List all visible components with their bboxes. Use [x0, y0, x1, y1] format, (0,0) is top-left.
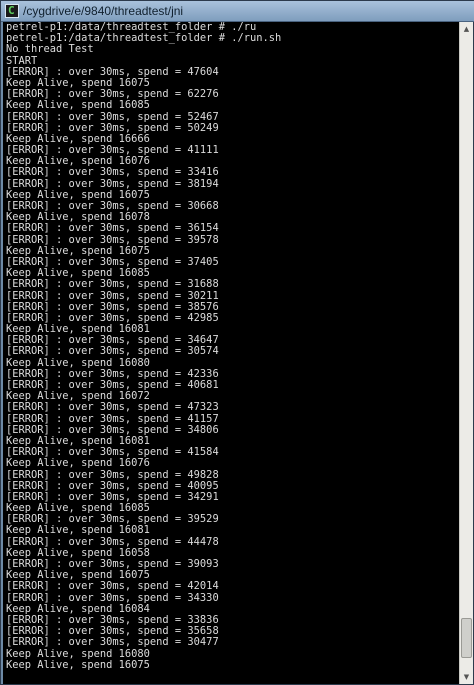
terminal-line: [ERROR] : over 30ms, spend = 52467 [6, 110, 219, 123]
terminal-window: C /cygdrive/e/9840/threadtest/jni petrel… [0, 0, 474, 685]
terminal-line: Keep Alive, spend 16081 [6, 524, 150, 537]
terminal-line: Keep Alive, spend 16076 [6, 457, 150, 470]
terminal-line: [ERROR] : over 30ms, spend = 31688 [6, 278, 219, 291]
terminal-icon[interactable]: C [5, 4, 19, 18]
terminal-line: [ERROR] : over 30ms, spend = 30574 [6, 345, 219, 358]
title-bar[interactable]: C /cygdrive/e/9840/threadtest/jni [1, 1, 474, 22]
terminal-line: [ERROR] : over 30ms, spend = 47323 [6, 401, 219, 414]
terminal-line: [ERROR] : over 30ms, spend = 49828 [6, 468, 219, 481]
terminal-line: [ERROR] : over 30ms, spend = 30211 [6, 289, 219, 302]
terminal-line: [ERROR] : over 30ms, spend = 30477 [6, 636, 219, 649]
terminal-line: [ERROR] : over 30ms, spend = 42014 [6, 580, 219, 593]
terminal-line: [ERROR] : over 30ms, spend = 36154 [6, 222, 219, 235]
terminal-line: [ERROR] : over 30ms, spend = 33416 [6, 166, 219, 179]
terminal-output[interactable]: petrel-p1:/data/threadtest_folder # ./ru… [3, 22, 459, 684]
arrow-down-icon[interactable]: ▼ [460, 670, 473, 684]
terminal-line: Keep Alive, spend 16075 [6, 658, 150, 671]
arrow-up-icon[interactable]: ▲ [460, 22, 473, 36]
scrollbar-thumb[interactable] [461, 618, 472, 659]
background-tabs [201, 3, 471, 19]
vertical-scrollbar[interactable]: ▲ ▼ [459, 22, 473, 684]
terminal-line: Keep Alive, spend 16080 [6, 647, 150, 660]
terminal-line: Keep Alive, spend 16085 [6, 99, 150, 112]
terminal-line: No thread Test [6, 43, 94, 56]
window-title: /cygdrive/e/9840/threadtest/jni [23, 4, 184, 18]
